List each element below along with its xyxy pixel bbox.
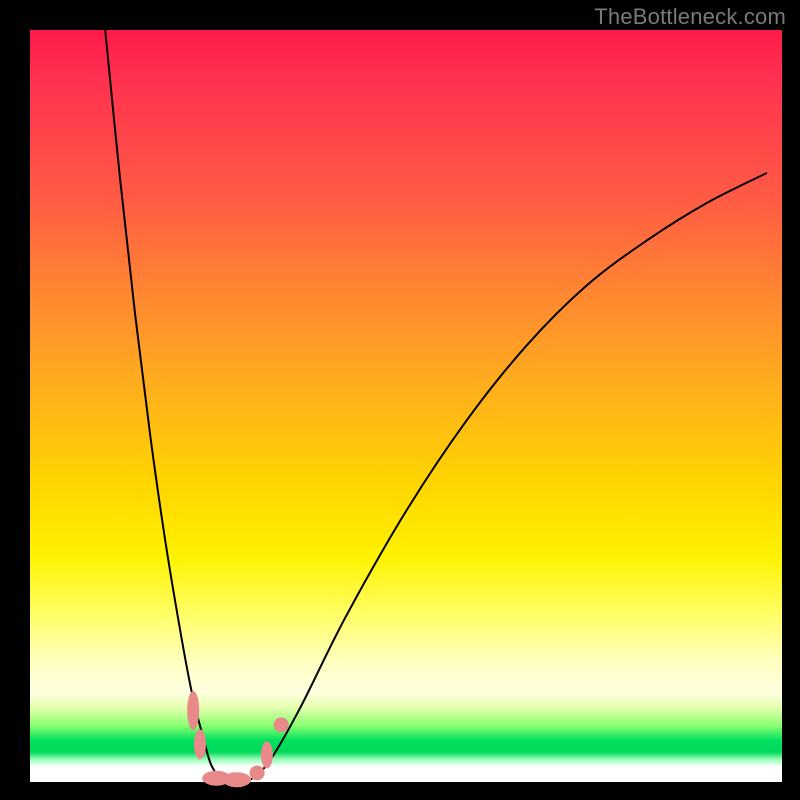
watermark-text: TheBottleneck.com (594, 4, 786, 30)
marker-dot (250, 765, 265, 780)
marker-pill (187, 691, 199, 730)
chart-overlay (30, 30, 782, 782)
marker-pill (194, 729, 206, 759)
marker-pill (223, 772, 252, 787)
curve-markers (187, 691, 289, 787)
bottleneck-curve (105, 30, 767, 783)
marker-dot (274, 717, 289, 732)
marker-pill (261, 741, 273, 768)
chart-frame: TheBottleneck.com (0, 0, 800, 800)
